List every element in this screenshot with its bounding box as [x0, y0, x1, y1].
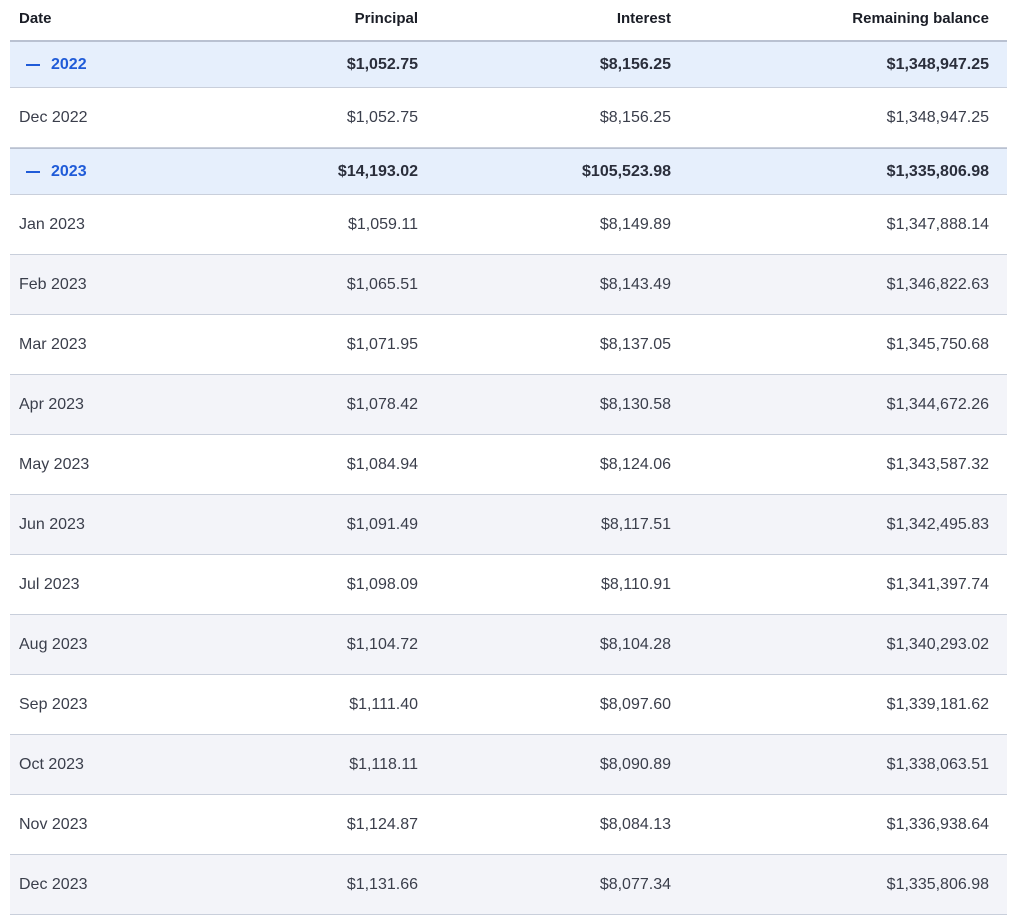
month-balance: $1,338,063.51 [886, 755, 989, 773]
month-interest: $8,090.89 [599, 755, 671, 773]
month-row: Apr 2023 $1,078.42 $8,130.58 $1,344,672.… [10, 375, 1007, 435]
month-balance: $1,347,888.14 [886, 215, 989, 233]
year-label: 2022 [51, 55, 87, 73]
month-date: Jul 2023 [19, 575, 80, 593]
year-balance: $1,348,947.25 [886, 55, 989, 73]
month-interest: $8,097.60 [599, 695, 671, 713]
year-interest-total: $105,523.98 [582, 162, 671, 180]
month-balance: $1,348,947.25 [886, 108, 989, 126]
month-date: Sep 2023 [19, 695, 88, 713]
month-principal: $1,059.11 [348, 215, 418, 233]
year-balance: $1,335,806.98 [886, 162, 989, 180]
month-row: Aug 2023 $1,104.72 $8,104.28 $1,340,293.… [10, 615, 1007, 675]
year-principal-total: $14,193.02 [337, 162, 418, 180]
month-balance: $1,344,672.26 [886, 395, 989, 413]
month-interest: $8,117.51 [601, 515, 671, 533]
month-date: Oct 2023 [19, 755, 84, 773]
month-date: Nov 2023 [19, 815, 88, 833]
month-interest: $8,149.89 [599, 215, 671, 233]
column-header-balance[interactable]: Remaining balance [671, 10, 989, 31]
month-principal: $1,065.51 [346, 275, 418, 293]
month-interest: $8,130.58 [599, 395, 671, 413]
month-principal: $1,131.66 [346, 875, 418, 893]
year-interest-total: $8,156.25 [599, 55, 671, 73]
year-group-row[interactable]: 2023 $14,193.02 $105,523.98 $1,335,806.9… [10, 148, 1007, 195]
month-balance: $1,345,750.68 [886, 335, 989, 353]
month-balance: $1,342,495.83 [886, 515, 989, 533]
month-row: Oct 2023 $1,118.11 $8,090.89 $1,338,063.… [10, 735, 1007, 795]
table-header: Date Principal Interest Remaining balanc… [10, 0, 1007, 41]
month-balance: $1,339,181.62 [886, 695, 989, 713]
year-toggle[interactable]: 2023 [10, 163, 190, 181]
month-row: Jan 2023 $1,059.11 $8,149.89 $1,347,888.… [10, 195, 1007, 255]
year-label: 2023 [51, 162, 87, 180]
month-balance: $1,340,293.02 [886, 635, 989, 653]
year-toggle[interactable]: 2022 [10, 56, 190, 74]
month-row: Mar 2023 $1,071.95 $8,137.05 $1,345,750.… [10, 315, 1007, 375]
month-balance: $1,335,806.98 [886, 875, 989, 893]
month-date: Jan 2023 [19, 215, 85, 233]
month-interest: $8,143.49 [599, 275, 671, 293]
month-row: Sep 2023 $1,111.40 $8,097.60 $1,339,181.… [10, 675, 1007, 735]
month-date: Feb 2023 [19, 275, 87, 293]
month-principal: $1,118.11 [349, 755, 418, 773]
month-date: Jun 2023 [19, 515, 85, 533]
column-header-principal[interactable]: Principal [190, 10, 418, 31]
month-principal: $1,124.87 [346, 815, 418, 833]
month-row: Dec 2023 $1,131.66 $8,077.34 $1,335,806.… [10, 855, 1007, 915]
month-balance: $1,343,587.32 [886, 455, 989, 473]
month-row: May 2023 $1,084.94 $8,124.06 $1,343,587.… [10, 435, 1007, 495]
column-header-interest[interactable]: Interest [418, 10, 671, 31]
minus-icon[interactable] [26, 170, 40, 173]
month-row: Nov 2023 $1,124.87 $8,084.13 $1,336,938.… [10, 795, 1007, 855]
month-date: May 2023 [19, 455, 90, 473]
month-date: Mar 2023 [19, 335, 87, 353]
month-interest: $8,137.05 [599, 335, 671, 353]
month-row: Feb 2023 $1,065.51 $8,143.49 $1,346,822.… [10, 255, 1007, 315]
month-balance: $1,341,397.74 [886, 575, 989, 593]
month-interest: $8,104.28 [599, 635, 671, 653]
month-principal: $1,091.49 [346, 515, 418, 533]
month-row: Jul 2023 $1,098.09 $8,110.91 $1,341,397.… [10, 555, 1007, 615]
minus-icon[interactable] [26, 63, 40, 66]
month-interest: $8,156.25 [599, 108, 671, 126]
column-header-date[interactable]: Date [10, 10, 190, 31]
amortization-table: Date Principal Interest Remaining balanc… [10, 0, 1007, 915]
month-date: Apr 2023 [19, 395, 84, 413]
year-principal-total: $1,052.75 [346, 55, 418, 73]
month-interest: $8,077.34 [599, 875, 671, 893]
month-interest: $8,124.06 [599, 455, 671, 473]
month-principal: $1,071.95 [346, 335, 418, 353]
month-row: Dec 2022 $1,052.75 $8,156.25 $1,348,947.… [10, 88, 1007, 148]
month-date: Dec 2022 [19, 108, 88, 126]
month-date: Dec 2023 [19, 875, 88, 893]
month-principal: $1,104.72 [346, 635, 418, 653]
month-interest: $8,084.13 [599, 815, 671, 833]
month-principal: $1,111.40 [349, 695, 418, 713]
month-balance: $1,346,822.63 [886, 275, 989, 293]
month-interest: $8,110.91 [601, 575, 671, 593]
month-balance: $1,336,938.64 [886, 815, 989, 833]
month-principal: $1,078.42 [346, 395, 418, 413]
month-row: Jun 2023 $1,091.49 $8,117.51 $1,342,495.… [10, 495, 1007, 555]
month-principal: $1,098.09 [346, 575, 418, 593]
year-group-row[interactable]: 2022 $1,052.75 $8,156.25 $1,348,947.25 [10, 41, 1007, 88]
month-principal: $1,052.75 [346, 108, 418, 126]
month-principal: $1,084.94 [346, 455, 418, 473]
month-date: Aug 2023 [19, 635, 88, 653]
